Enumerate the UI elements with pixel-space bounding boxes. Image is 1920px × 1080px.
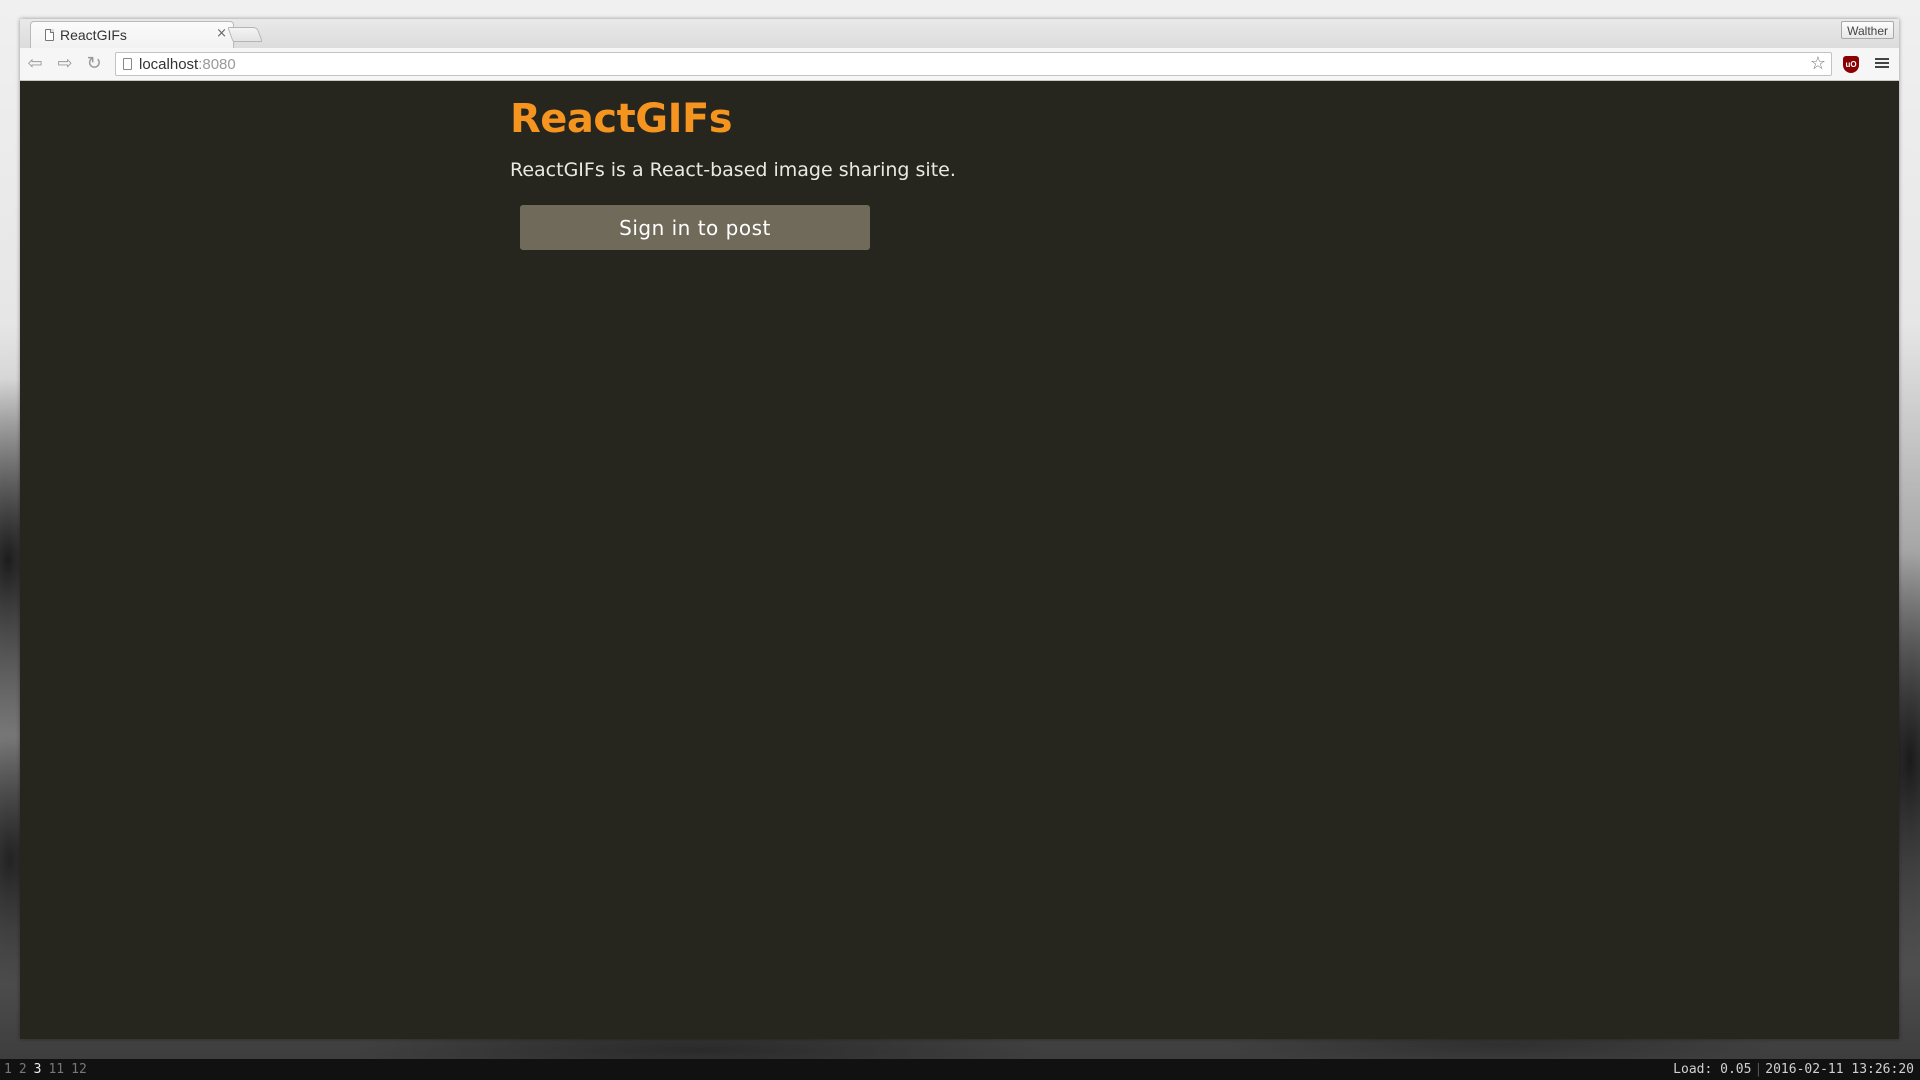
browser-menu-icon[interactable] xyxy=(1875,56,1889,72)
back-icon[interactable]: ⇦ xyxy=(23,53,47,75)
workspace-11[interactable]: 11 xyxy=(48,1059,64,1080)
menu-bar-line xyxy=(1875,66,1889,68)
url-host: localhost xyxy=(139,56,199,73)
tab-title: ReactGIFs xyxy=(60,27,127,43)
reload-icon[interactable]: ↻ xyxy=(82,53,106,75)
browser-toolbar: ⇦ ⇨ ↻ localhost:8080 ☆ uO xyxy=(20,48,1899,81)
url-text: localhost:8080 xyxy=(139,56,236,73)
clock: 2016-02-11 13:26:20 xyxy=(1765,1062,1914,1077)
status-separator: | xyxy=(1754,1062,1763,1077)
ublock-extension-icon[interactable]: uO xyxy=(1843,56,1859,73)
menu-bar-line xyxy=(1875,58,1889,60)
load-average: Load: 0.05 xyxy=(1673,1062,1752,1077)
sign-in-button[interactable]: Sign in to post xyxy=(520,205,870,250)
workspace-12[interactable]: 12 xyxy=(71,1059,87,1080)
bookmark-star-icon[interactable]: ☆ xyxy=(1810,54,1826,74)
page-icon xyxy=(45,29,54,41)
workspace-3[interactable]: 3 xyxy=(34,1059,42,1080)
profile-button[interactable]: Walther xyxy=(1841,21,1894,39)
desktop-status-bar: 1 2 3 11 12 Load: 0.05 | 2016-02-11 13:26:20 xyxy=(0,1059,1920,1080)
tab-strip: ReactGIFs × Walther xyxy=(20,19,1899,48)
browser-window: ReactGIFs × Walther ⇦ ⇨ ↻ localhost:8080… xyxy=(20,19,1899,1039)
page-content: ReactGIFs ReactGIFs is a React-based ima… xyxy=(20,81,1899,1039)
page-title: ReactGIFs xyxy=(510,96,733,142)
close-tab-icon[interactable]: × xyxy=(216,26,227,41)
forward-icon[interactable]: ⇨ xyxy=(53,53,77,75)
system-info: Load: 0.05 | 2016-02-11 13:26:20 xyxy=(1673,1059,1914,1080)
page-description: ReactGIFs is a React-based image sharing… xyxy=(510,159,956,181)
page-info-icon[interactable] xyxy=(123,58,132,70)
tab-reactgifs[interactable]: ReactGIFs × xyxy=(30,21,234,48)
new-tab-button[interactable] xyxy=(227,27,263,42)
url-port: :8080 xyxy=(198,56,236,73)
workspace-1[interactable]: 1 xyxy=(4,1059,12,1080)
workspace-list: 1 2 3 11 12 xyxy=(4,1059,94,1080)
workspace-2[interactable]: 2 xyxy=(19,1059,27,1080)
menu-bar-line xyxy=(1875,62,1889,64)
address-bar[interactable]: localhost:8080 ☆ xyxy=(115,52,1832,76)
